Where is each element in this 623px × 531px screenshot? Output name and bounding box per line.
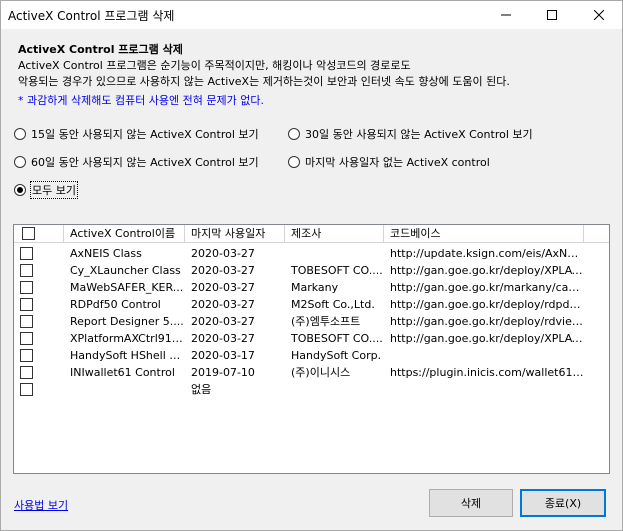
radio-indicator[interactable] <box>288 128 300 140</box>
filter-radio-no-date[interactable]: 마지막 사용일자 없는 ActiveX control <box>288 154 490 170</box>
cell-vendor: TOBESOFT CO.... <box>291 332 383 345</box>
table-row[interactable]: 없음 <box>14 381 609 398</box>
select-all-checkbox[interactable] <box>22 227 35 240</box>
radio-label: 30일 동안 사용되지 않는 ActiveX Control 보기 <box>305 128 533 141</box>
table-row[interactable]: RDPdf50 Control 2020-03-27 M2Soft Co.,Ltd.… <box>14 296 609 313</box>
row-checkbox[interactable] <box>20 264 33 277</box>
cell-codebase: http://gan.goe.go.kr/deploy/rdview... <box>390 315 584 328</box>
row-checkbox[interactable] <box>20 349 33 362</box>
cell-date: 2020-03-27 <box>191 298 255 311</box>
dialog-window: ActiveX Control 프로그램 삭제 ActiveX Control … <box>0 0 623 531</box>
table-row[interactable]: XPlatformAXCtrl91 ... 2020-03-27 TOBESOFT … <box>14 330 609 347</box>
radio-label: 15일 동안 사용되지 않는 ActiveX Control 보기 <box>31 128 259 141</box>
cell-name: INIwallet61 Control <box>70 366 175 379</box>
cell-date: 2019-07-10 <box>191 366 255 379</box>
row-checkbox[interactable] <box>20 281 33 294</box>
cell-name: Cy_XLauncher Class <box>70 264 181 277</box>
title-bar[interactable]: ActiveX Control 프로그램 삭제 <box>1 1 622 29</box>
column-header-codebase[interactable]: 코드베이스 <box>384 225 584 243</box>
column-header-name[interactable]: ActiveX Control이름 <box>64 225 185 243</box>
radio-indicator[interactable] <box>288 156 300 168</box>
header-select-all[interactable] <box>14 225 64 243</box>
radio-indicator-selected[interactable] <box>14 184 26 196</box>
cell-codebase <box>384 381 584 398</box>
filter-radio-15days[interactable]: 15일 동안 사용되지 않는 ActiveX Control 보기 <box>14 126 259 142</box>
row-checkbox[interactable] <box>20 383 33 396</box>
maximize-button[interactable] <box>529 1 575 29</box>
radio-label: 모두 보기 <box>30 181 78 199</box>
table-row[interactable]: Cy_XLauncher Class 2020-03-27 TOBESOFT CO.… <box>14 262 609 279</box>
cell-date: 2020-03-27 <box>191 247 255 260</box>
window-title: ActiveX Control 프로그램 삭제 <box>8 9 175 23</box>
filter-radio-60days[interactable]: 60일 동안 사용되지 않는 ActiveX Control 보기 <box>14 154 259 170</box>
row-checkbox[interactable] <box>20 247 33 260</box>
cell-codebase: http://gan.goe.go.kr/markany/cab/... <box>390 281 584 294</box>
column-header-vendor[interactable]: 제조사 <box>285 225 384 243</box>
cell-vendor: Markany <box>291 281 339 294</box>
cell-vendor: (주)이니시스 <box>291 366 351 379</box>
window-close-button[interactable] <box>576 1 622 29</box>
close-icon <box>594 10 604 20</box>
minimize-icon <box>501 14 511 16</box>
cell-date: 2020-03-27 <box>191 332 255 345</box>
cell-vendor <box>285 245 384 262</box>
cell-name: Report Designer 5.... <box>70 315 184 328</box>
radio-indicator[interactable] <box>14 128 26 140</box>
cell-name: RDPdf50 Control <box>70 298 161 311</box>
cell-name <box>64 381 185 398</box>
table-row[interactable]: MaWebSAFER_KER... 2020-03-27 Markany http:/… <box>14 279 609 296</box>
list-header: ActiveX Control이름 마지막 사용일자 제조사 코드베이스 <box>14 225 609 243</box>
maximize-icon <box>547 10 557 20</box>
cell-vendor: (주)엠투소프트 <box>291 315 361 328</box>
cell-date: 2020-03-27 <box>191 315 255 328</box>
section-title: ActiveX Control 프로그램 삭제 <box>18 43 183 56</box>
column-header-date[interactable]: 마지막 사용일자 <box>185 225 285 243</box>
filter-radio-30days[interactable]: 30일 동안 사용되지 않는 ActiveX Control 보기 <box>288 126 533 142</box>
table-row[interactable]: HandySoft HShell W... 2020-03-17 HandySoft… <box>14 347 609 364</box>
exit-button[interactable]: 종료(X) <box>520 489 606 517</box>
row-checkbox[interactable] <box>20 332 33 345</box>
cell-name: XPlatformAXCtrl91 ... <box>70 332 185 345</box>
cell-codebase <box>384 347 584 364</box>
activex-list[interactable]: ActiveX Control이름 마지막 사용일자 제조사 코드베이스 AxN… <box>13 224 610 474</box>
row-checkbox[interactable] <box>20 366 33 379</box>
help-link[interactable]: 사용법 보기 <box>14 497 68 513</box>
cell-codebase: https://plugin.inicis.com/wallet61/IN... <box>390 366 584 379</box>
note-text: * 과감하게 삭제해도 컴퓨터 사용엔 전혀 문제가 없다. <box>18 94 264 107</box>
cell-vendor: HandySoft Corp. <box>291 349 382 362</box>
table-row[interactable]: INIwallet61 Control 2019-07-10 (주)이니시스 http… <box>14 364 609 381</box>
cell-name: HandySoft HShell W... <box>70 349 185 362</box>
radio-indicator[interactable] <box>14 156 26 168</box>
cell-vendor <box>285 381 384 398</box>
cell-codebase: http://gan.goe.go.kr/deploy/XPLAT... <box>390 264 584 277</box>
cell-vendor: M2Soft Co.,Ltd. <box>291 298 375 311</box>
row-checkbox[interactable] <box>20 298 33 311</box>
table-row[interactable]: Report Designer 5.... 2020-03-27 (주)엠투소프트 h… <box>14 313 609 330</box>
cell-name: AxNEIS Class <box>70 247 142 260</box>
radio-label: 마지막 사용일자 없는 ActiveX control <box>305 156 490 169</box>
row-checkbox[interactable] <box>20 315 33 328</box>
cell-codebase: http://gan.goe.go.kr/deploy/rdpdf5... <box>390 298 584 311</box>
delete-button[interactable]: 삭제 <box>429 489 513 517</box>
cell-codebase: http://gan.goe.go.kr/deploy/XPLAT... <box>390 332 584 345</box>
cell-date: 2020-03-27 <box>191 264 255 277</box>
description-line-2: 악용되는 경우가 있으므로 사용하지 않는 ActiveX는 제거하는것이 보안… <box>18 75 510 88</box>
description-line-1: ActiveX Control 프로그램은 순기능이 주목적이지만, 해킹이나 … <box>18 59 411 72</box>
cell-date: 없음 <box>191 383 212 396</box>
cell-name: MaWebSAFER_KER... <box>70 281 184 294</box>
cell-vendor: TOBESOFT CO.... <box>291 264 383 277</box>
cell-codebase: http://update.ksign.com/eis/AxNEIS... <box>390 247 584 260</box>
filter-radio-all[interactable]: 모두 보기 <box>14 181 78 199</box>
radio-label: 60일 동안 사용되지 않는 ActiveX Control 보기 <box>31 156 259 169</box>
cell-date: 2020-03-27 <box>191 281 255 294</box>
cell-date: 2020-03-17 <box>191 349 255 362</box>
minimize-button[interactable] <box>483 1 529 29</box>
table-row[interactable]: AxNEIS Class 2020-03-27 http://update.ksig… <box>14 245 609 262</box>
